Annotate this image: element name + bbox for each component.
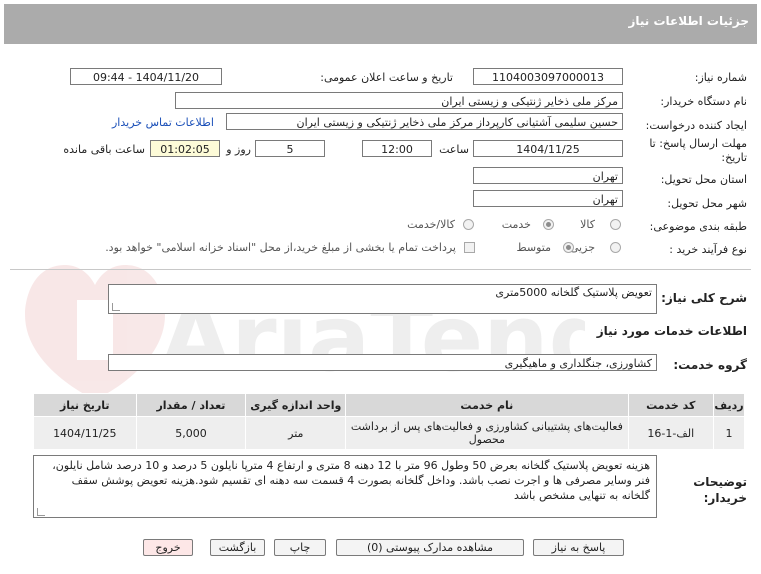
city-label: شهر محل تحویل: bbox=[667, 197, 747, 210]
summary-label: شرح کلی نیاز: bbox=[661, 291, 747, 305]
announce-date-label: تاریخ و ساعت اعلان عمومی: bbox=[320, 71, 453, 84]
section-divider bbox=[10, 269, 751, 270]
service-group-field: کشاورزی، جنگلداری و ماهیگیری bbox=[108, 354, 657, 371]
print-button[interactable]: چاپ bbox=[274, 539, 326, 556]
deadline-time-field: 12:00 bbox=[362, 140, 432, 157]
buyer-org-label: نام دستگاه خریدار: bbox=[660, 95, 747, 108]
category-option-goods-service: کالا/خدمت bbox=[407, 218, 455, 231]
col-header-need-date: تاریخ نیاز bbox=[33, 393, 137, 417]
col-header-quantity: تعداد / مقدار bbox=[135, 393, 247, 417]
table-header-row: ردیف کد خدمت نام خدمت واحد اندازه گیری ت… bbox=[33, 393, 745, 417]
resize-handle-icon[interactable] bbox=[112, 303, 120, 311]
col-header-service-code: کد خدمت bbox=[627, 393, 715, 417]
col-header-unit: واحد اندازه گیری bbox=[245, 393, 347, 417]
cell-service-code: الف-1-16 bbox=[627, 416, 715, 450]
remaining-days-field: 5 bbox=[255, 140, 325, 157]
category-option-goods: کالا bbox=[580, 218, 595, 231]
treasury-payment-text: پرداخت تمام یا بخشی از مبلغ خرید،از محل … bbox=[105, 241, 456, 254]
buyer-description-text: هزینه تعویض پلاستیک گلخانه بعرض 50 وطول … bbox=[52, 459, 650, 502]
province-label: استان محل تحویل: bbox=[660, 173, 747, 186]
creator-label: ایجاد کننده درخواست: bbox=[645, 119, 747, 132]
buyer-org-field: مرکز ملی ذخایر ژنتیکی و زیستی ایران bbox=[175, 92, 623, 109]
deadline-date-field: 1404/11/25 bbox=[473, 140, 623, 157]
buyer-description-label: توضیحات خریدار: bbox=[693, 475, 747, 505]
description-resize-handle-icon[interactable] bbox=[37, 508, 45, 516]
category-label: طبقه بندی موضوعی: bbox=[649, 220, 747, 233]
summary-textarea[interactable]: تعویض پلاستیک گلخانه 5000متری bbox=[108, 284, 657, 314]
buyer-contact-link[interactable]: اطلاعات تماس خریدار bbox=[112, 116, 214, 129]
creator-field: حسین سلیمی آشتیانی کارپرداز مرکز ملی ذخا… bbox=[226, 113, 623, 130]
exit-button[interactable]: خروج bbox=[143, 539, 193, 556]
city-field: تهران bbox=[473, 190, 623, 207]
services-section-title: اطلاعات خدمات مورد نیاز bbox=[596, 324, 747, 338]
page-title: جزئیات اطلاعات نیاز bbox=[628, 14, 749, 28]
reply-to-need-button[interactable]: پاسخ به نیاز bbox=[533, 539, 624, 556]
process-radio-medium[interactable] bbox=[563, 242, 574, 253]
province-field: تهران bbox=[473, 167, 623, 184]
cell-unit: متر bbox=[245, 416, 347, 450]
col-header-service-name: نام خدمت bbox=[345, 393, 629, 417]
category-radio-goods[interactable] bbox=[610, 219, 621, 230]
table-row: 1 الف-1-16 فعالیت‌های پشتیبانی کشاورزی و… bbox=[33, 416, 745, 450]
cell-row-number: 1 bbox=[713, 416, 745, 450]
cell-service-name: فعالیت‌های پشتیبانی کشاورزی و فعالیت‌های… bbox=[345, 416, 629, 450]
view-attachments-button[interactable]: مشاهده مدارک پیوستی (0) bbox=[336, 539, 524, 556]
process-option-medium: متوسط bbox=[516, 241, 551, 254]
back-button[interactable]: بازگشت bbox=[210, 539, 265, 556]
buyer-description-textarea[interactable]: هزینه تعویض پلاستیک گلخانه بعرض 50 وطول … bbox=[33, 455, 657, 518]
process-type-label: نوع فرآیند خرید : bbox=[669, 243, 747, 256]
remaining-time-label: ساعت باقی مانده bbox=[63, 143, 145, 156]
cell-need-date: 1404/11/25 bbox=[33, 416, 137, 450]
summary-text: تعویض پلاستیک گلخانه 5000متری bbox=[495, 286, 652, 299]
cell-quantity: 5,000 bbox=[135, 416, 247, 450]
days-label: روز و bbox=[226, 143, 251, 156]
treasury-payment-checkbox[interactable] bbox=[464, 242, 475, 253]
need-number-field: 1104003097000013 bbox=[473, 68, 623, 85]
category-radio-service[interactable] bbox=[543, 219, 554, 230]
col-header-row-number: ردیف bbox=[713, 393, 745, 417]
category-radio-goods-service[interactable] bbox=[463, 219, 474, 230]
need-number-label: شماره نیاز: bbox=[694, 71, 747, 84]
deadline-time-label: ساعت bbox=[439, 143, 469, 156]
announce-date-field: 1404/11/20 - 09:44 bbox=[70, 68, 222, 85]
remaining-time-field: 01:02:05 bbox=[150, 140, 220, 157]
category-option-service: خدمت bbox=[501, 218, 531, 231]
deadline-label: مهلت ارسال پاسخ: تا تاریخ: bbox=[649, 137, 747, 164]
services-table: ردیف کد خدمت نام خدمت واحد اندازه گیری ت… bbox=[33, 393, 745, 450]
service-group-label: گروه خدمت: bbox=[673, 358, 747, 372]
process-radio-minor[interactable] bbox=[610, 242, 621, 253]
